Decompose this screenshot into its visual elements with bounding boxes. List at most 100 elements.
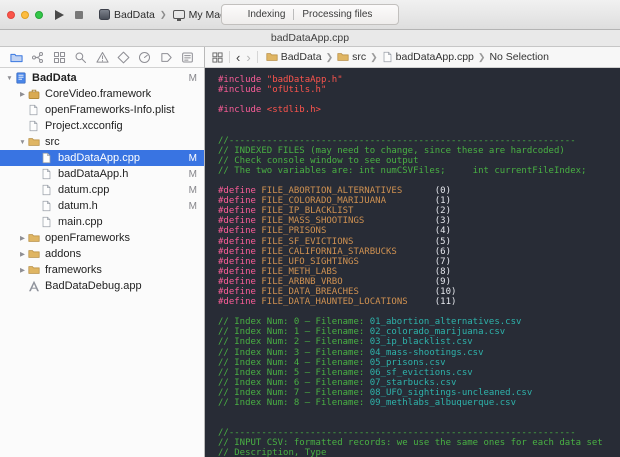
issue-navigator-tab[interactable] — [95, 50, 110, 65]
code-line[interactable]: // Index Num: 8 – Filename: 09_methlabs_… — [218, 398, 620, 408]
project-navigator-tab[interactable] — [9, 50, 24, 65]
code-line[interactable]: #define FILE_METH_LABS (8) — [218, 267, 620, 277]
code-line[interactable]: #define FILE_UFO_SIGHTINGS (7) — [218, 257, 620, 267]
code-line[interactable]: #include "ofUtils.h" — [218, 85, 620, 95]
folder-icon — [28, 264, 41, 276]
tree-item-baddataapp-cpp[interactable]: badDataApp.cpp M — [0, 150, 204, 166]
tree-item-datum-h[interactable]: datum.h M — [0, 198, 204, 214]
code-line[interactable] — [218, 176, 620, 186]
stop-button[interactable] — [75, 10, 83, 19]
tree-item-datum-cpp[interactable]: datum.cpp M — [0, 182, 204, 198]
disclosure-triangle[interactable]: ▶ — [17, 266, 28, 274]
destination-selector[interactable]: My Mac — [172, 9, 225, 21]
report-navigator-tab[interactable] — [180, 50, 195, 65]
debug-navigator-tab[interactable] — [137, 50, 152, 65]
find-navigator-tab[interactable] — [73, 50, 88, 65]
code-line[interactable]: #define FILE_DATA_BREACHES (10) — [218, 287, 620, 297]
code-line[interactable]: #define FILE_COLORADO_MARIJUANA (1) — [218, 196, 620, 206]
code-line[interactable]: // Index Num: 7 – Filename: 08_UFO_sight… — [218, 388, 620, 398]
folder-icon — [28, 248, 41, 260]
disclosure-triangle[interactable]: ▶ — [17, 234, 28, 242]
run-controls — [55, 9, 83, 20]
code-line[interactable]: //--------------------------------------… — [218, 136, 620, 146]
forward-button[interactable]: › — [246, 51, 250, 64]
test-navigator-tab[interactable] — [116, 50, 131, 65]
code-line[interactable]: #include <stdlib.h> — [218, 105, 620, 115]
code-line[interactable]: // Index Num: 3 – Filename: 04_mass-shoo… — [218, 348, 620, 358]
tree-item-openframeworks-info-plist[interactable]: openFrameworks-Info.plist — [0, 102, 204, 118]
file-icon — [382, 51, 393, 63]
code-line[interactable]: #define FILE_PRISONS (4) — [218, 226, 620, 236]
code-line[interactable]: // Index Num: 2 – Filename: 03_ip_blackl… — [218, 337, 620, 347]
tree-item-project-xcconfig[interactable]: Project.xcconfig — [0, 118, 204, 134]
code-line[interactable]: #define FILE_IP_BLACKLIST (2) — [218, 206, 620, 216]
code-line[interactable]: #define FILE_SF_EVICTIONS (5) — [218, 237, 620, 247]
disclosure-triangle[interactable]: ▶ — [17, 90, 28, 98]
breadcrumb-separator: ❯ — [325, 51, 334, 62]
code-line[interactable]: #define FILE_ABORTION_ALTERNATIVES (0) — [218, 186, 620, 196]
code-line[interactable]: #define FILE_MASS_SHOOTINGS (3) — [218, 216, 620, 226]
code-line[interactable]: // Check console window to see output — [218, 156, 620, 166]
code-line[interactable]: #define FILE_CALIFORNIA_STARBUCKS (6) — [218, 247, 620, 257]
tree-item-baddata[interactable]: ▼ BadData M — [0, 70, 204, 86]
tree-item-corevideo-framework[interactable]: ▶ CoreVideo.framework — [0, 86, 204, 102]
project-icon — [15, 72, 28, 84]
breadcrumb-item[interactable]: src — [337, 51, 366, 63]
scheme-selector[interactable]: BadData ❯ — [99, 9, 167, 21]
back-button[interactable]: ‹ — [236, 51, 240, 64]
breadcrumb-label: badDataApp.cpp — [395, 51, 474, 63]
code-line[interactable] — [218, 418, 620, 428]
modified-badge: M — [188, 200, 197, 212]
close-window-button[interactable] — [7, 10, 15, 19]
breadcrumb-item[interactable]: BadData — [266, 51, 322, 63]
tree-item-baddatadebug-app[interactable]: BadDataDebug.app — [0, 278, 204, 294]
code-line[interactable]: // Index Num: 0 – Filename: 01_abortion_… — [218, 317, 620, 327]
code-line[interactable] — [218, 125, 620, 135]
breadcrumb-item[interactable]: badDataApp.cpp — [382, 51, 474, 63]
breadcrumb-label: src — [352, 51, 367, 63]
code-editor[interactable]: #include "badDataApp.h" #include "ofUtils… — [205, 68, 620, 457]
item-label: datum.cpp — [58, 184, 110, 196]
tree-item-addons[interactable]: ▶ addons — [0, 246, 204, 262]
breadcrumb-separator: ❯ — [477, 51, 486, 62]
breadcrumb-item[interactable]: No Selection — [489, 51, 549, 63]
tree-item-frameworks[interactable]: ▶ frameworks — [0, 262, 204, 278]
breakpoint-navigator-tab[interactable] — [159, 50, 174, 65]
code-line[interactable]: // INDEXED FILES (may need to change, si… — [218, 146, 620, 156]
related-items-icon[interactable] — [212, 51, 223, 63]
disclosure-triangle[interactable]: ▼ — [17, 139, 28, 146]
code-line[interactable] — [218, 95, 620, 105]
zoom-window-button[interactable] — [35, 10, 43, 19]
tree-item-main-cpp[interactable]: main.cpp — [0, 214, 204, 230]
code-line[interactable] — [218, 408, 620, 418]
code-line[interactable]: // INPUT CSV: formatted records: we use … — [218, 438, 620, 448]
minimize-window-button[interactable] — [21, 10, 29, 19]
code-line[interactable]: #define FILE_DATA_HAUNTED_LOCATIONS (11) — [218, 297, 620, 307]
disclosure-triangle[interactable]: ▼ — [4, 75, 15, 82]
code-line[interactable] — [218, 307, 620, 317]
project-tree: ▼ BadData M ▶ CoreVideo.framework openFramewo… — [0, 68, 204, 457]
source-control-navigator-tab[interactable] — [30, 50, 45, 65]
code-line[interactable]: // Index Num: 1 – Filename: 02_colorado_… — [218, 327, 620, 337]
activity-divider — [293, 9, 295, 20]
code-line[interactable]: // Index Num: 4 – Filename: 05_prisons.c… — [218, 358, 620, 368]
run-button[interactable] — [55, 9, 64, 20]
code-line[interactable]: // The two variables are: int numCSVFile… — [218, 166, 620, 176]
tree-item-openframeworks[interactable]: ▶ openFrameworks — [0, 230, 204, 246]
tree-item-baddataapp-h[interactable]: badDataApp.h M — [0, 166, 204, 182]
code-line[interactable]: #include "badDataApp.h" — [218, 75, 620, 85]
app-icon — [28, 280, 41, 292]
code-line[interactable]: //--------------------------------------… — [218, 428, 620, 438]
code-line[interactable] — [218, 115, 620, 125]
code-line[interactable]: #define FILE_ARBNB_VRBO (9) — [218, 277, 620, 287]
code-line[interactable]: // Index Num: 6 – Filename: 07_starbucks… — [218, 378, 620, 388]
tree-item-src[interactable]: ▼ src — [0, 134, 204, 150]
symbol-navigator-tab[interactable] — [52, 50, 67, 65]
file-icon — [28, 120, 41, 132]
code-line[interactable]: // Index Num: 5 – Filename: 06_sf_evicti… — [218, 368, 620, 378]
file-icon — [41, 184, 54, 196]
item-label: frameworks — [45, 264, 102, 276]
item-label: addons — [45, 248, 82, 260]
disclosure-triangle[interactable]: ▶ — [17, 250, 28, 258]
code-line[interactable]: // Description, Type — [218, 448, 620, 457]
